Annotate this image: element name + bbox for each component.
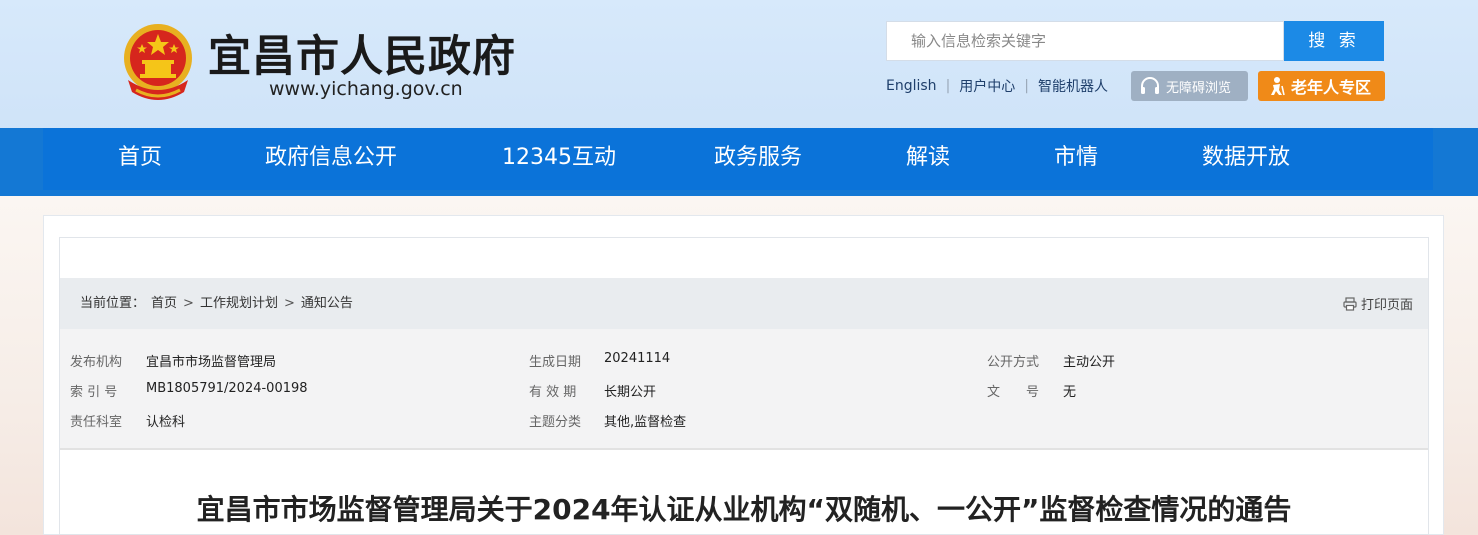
accessibility-label: 无障碍浏览 — [1166, 80, 1232, 96]
docno-label: 文 号 — [987, 385, 1040, 400]
elderly-zone-label: 老年人专区 — [1291, 78, 1372, 97]
topic-label: 主题分类 — [529, 415, 582, 430]
breadcrumb-notices[interactable]: 通知公告 — [301, 278, 353, 329]
validity-label: 有 效 期 — [529, 385, 577, 400]
site-name[interactable]: 宜昌市人民政府 — [208, 22, 516, 84]
disclosure-label: 公开方式 — [987, 355, 1040, 370]
index-value: MB1805791/2024-00198 — [146, 381, 308, 396]
date-value: 20241114 — [604, 351, 671, 366]
user-center-link[interactable]: 用户中心 — [959, 76, 1015, 96]
breadcrumb-separator: > — [183, 296, 194, 311]
main-nav: 首页 政府信息公开 12345互动 政务服务 解读 市情 数据开放 — [43, 128, 1433, 190]
elderly-person-icon — [1271, 77, 1285, 96]
publisher-label: 发布机构 — [70, 355, 123, 370]
breadcrumb: 当前位置： 首页 > 工作规划计划 > 通知公告 — [80, 278, 359, 329]
article-title: 宜昌市市场监督管理局关于2024年认证从业机构“双随机、一公开”监督检查情况的通… — [196, 493, 1292, 526]
nav-item-city-info[interactable]: 市情 — [1054, 128, 1098, 190]
printer-icon — [1343, 296, 1357, 311]
dept-value: 认检科 — [146, 415, 186, 430]
print-button[interactable]: 打印页面 — [1343, 278, 1413, 329]
index-label: 索 引 号 — [70, 385, 118, 400]
publisher-value: 宜昌市市场监督管理局 — [146, 355, 277, 370]
breadcrumb-separator: > — [283, 296, 295, 311]
breadcrumb-home[interactable]: 首页 — [151, 278, 177, 329]
breadcrumb-prefix: 当前位置： — [80, 296, 146, 311]
site-header: 宜昌市人民政府 www.yichang.gov.cn 搜 索 English |… — [0, 0, 1478, 135]
utility-links: English | 用户中心 | 智能机器人 — [886, 72, 1108, 100]
docno-value: 无 — [1063, 385, 1077, 400]
english-link[interactable]: English — [886, 78, 937, 94]
elderly-zone-button[interactable]: 老年人专区 — [1258, 71, 1385, 101]
separator: | — [945, 78, 951, 94]
nav-item-open-data[interactable]: 数据开放 — [1202, 128, 1290, 190]
document-meta: 发布机构 宜昌市市场监督管理局 索 引 号 MB1805791/2024-001… — [60, 329, 1428, 450]
nav-item-interpretation[interactable]: 解读 — [906, 128, 950, 190]
print-label: 打印页面 — [1360, 298, 1413, 313]
search-box — [886, 21, 1284, 61]
breadcrumb-plans[interactable]: 工作规划计划 — [200, 278, 278, 329]
accessibility-button[interactable]: 无障碍浏览 — [1131, 71, 1248, 101]
date-label: 生成日期 — [529, 355, 582, 370]
validity-value: 长期公开 — [604, 385, 657, 400]
national-emblem-icon[interactable] — [118, 20, 198, 106]
breadcrumb-bar: 当前位置： 首页 > 工作规划计划 > 通知公告 打印页面 — [60, 278, 1428, 329]
nav-item-gov-info[interactable]: 政府信息公开 — [265, 128, 397, 190]
nav-item-12345[interactable]: 12345互动 — [502, 128, 616, 190]
search-input[interactable] — [887, 22, 1283, 60]
topic-value: 其他,监督检查 — [604, 415, 687, 430]
dept-label: 责任科室 — [70, 415, 123, 430]
site-url: www.yichang.gov.cn — [269, 78, 463, 100]
separator: | — [1024, 78, 1029, 94]
nav-item-home[interactable]: 首页 — [118, 128, 162, 190]
nav-item-services[interactable]: 政务服务 — [714, 128, 802, 190]
search-button[interactable]: 搜 索 — [1284, 21, 1384, 61]
robot-link[interactable]: 智能机器人 — [1038, 76, 1108, 96]
disclosure-value: 主动公开 — [1063, 355, 1116, 370]
headphones-icon — [1141, 77, 1159, 94]
